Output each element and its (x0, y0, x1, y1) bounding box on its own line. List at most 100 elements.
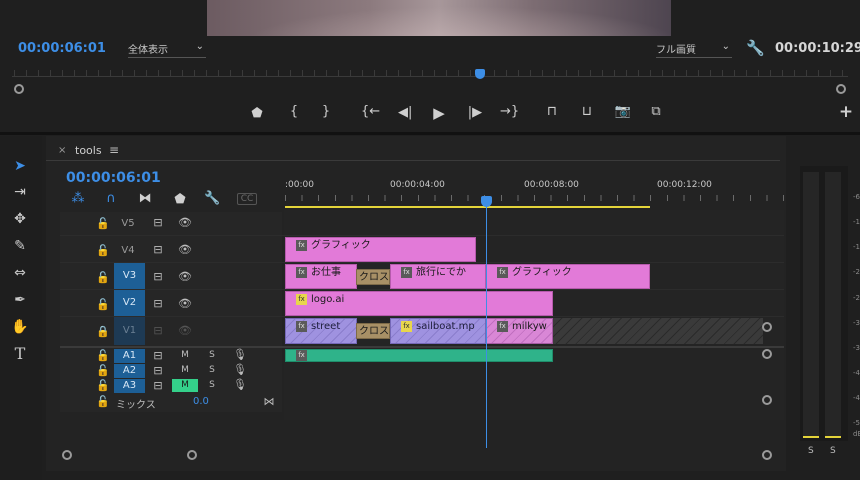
track-label-v2[interactable]: V2 (114, 290, 145, 316)
export-frame-icon[interactable]: 📷 (614, 104, 632, 119)
lock-icon[interactable]: 🔓 (96, 271, 110, 284)
type-tool-icon[interactable]: T (8, 344, 32, 364)
linked-selection-icon[interactable]: ⧓ (137, 191, 153, 206)
clip-sailboat-v1[interactable]: fx sailboat.mp (390, 318, 486, 344)
go-to-in-icon[interactable]: {← (361, 104, 380, 119)
program-current-timecode[interactable]: 00:00:06:01 (18, 41, 106, 56)
go-to-out-icon[interactable]: →} (500, 104, 519, 119)
microphone-icon[interactable]: 🎙 (233, 363, 247, 376)
lock-icon[interactable]: 🔓 (96, 349, 110, 362)
add-marker-icon[interactable]: ⬟ (172, 192, 188, 207)
extract-icon[interactable]: ⊔ (577, 104, 597, 119)
solo-button[interactable]: S (206, 380, 218, 390)
lock-icon[interactable]: 🔒 (96, 325, 110, 338)
lock-icon[interactable]: 🔓 (96, 298, 110, 311)
sync-icon[interactable]: ⊟ (151, 270, 165, 283)
track-label-a1[interactable]: A1 (114, 349, 145, 363)
sync-icon[interactable]: ⊟ (151, 297, 165, 310)
meter-solo-left[interactable]: S (808, 446, 814, 456)
timeline-playhead[interactable] (481, 196, 492, 207)
zoom-level-select[interactable]: 全体表示 ⌄ (128, 41, 206, 58)
slip-tool-icon[interactable]: ⇔ (8, 263, 32, 283)
vertical-zoom-handle[interactable] (762, 349, 772, 359)
sync-icon[interactable]: ⊟ (151, 364, 165, 377)
panel-divider[interactable] (0, 132, 860, 135)
step-forward-icon[interactable]: |▶ (467, 105, 483, 120)
horizontal-scroll-handle-right[interactable] (187, 450, 197, 460)
clip-street-v1[interactable]: fx street (285, 318, 357, 344)
clip-logo-v2[interactable]: fx logo.ai (285, 291, 553, 316)
clip-travel-v3[interactable]: fx 旅行にでか (390, 264, 486, 289)
program-scrub-bar[interactable] (12, 76, 848, 77)
timeline-tab-title[interactable]: tools (75, 144, 102, 157)
lock-icon[interactable]: 🔓 (96, 395, 110, 408)
sync-icon[interactable]: ⊟ (151, 243, 165, 256)
track-label-v1[interactable]: V1 (114, 317, 145, 345)
lock-icon[interactable]: 🔓 (96, 364, 110, 377)
button-editor-icon[interactable]: + (838, 102, 854, 122)
program-playhead[interactable] (475, 69, 485, 79)
timeline-timecode[interactable]: 00:00:06:01 (66, 170, 161, 186)
microphone-icon[interactable]: 🎙 (233, 348, 247, 361)
pen-tool-icon[interactable]: ✒ (8, 290, 32, 310)
microphone-icon[interactable]: 🎙 (233, 378, 247, 391)
meter-solo-right[interactable]: S (830, 446, 836, 456)
clip-milkyway-v1[interactable]: fx milkyw (486, 318, 553, 344)
mark-out-icon[interactable]: } (319, 104, 333, 119)
horizontal-scroll-handle-end[interactable] (762, 450, 772, 460)
lock-icon[interactable]: 🔓 (96, 217, 110, 230)
cross-dissolve-transition[interactable]: クロス (356, 323, 390, 339)
razor-tool-icon[interactable]: ✎ (8, 236, 32, 256)
playback-resolution-select[interactable]: フル画質 ⌄ (656, 41, 732, 58)
lock-icon[interactable]: 🔓 (96, 379, 110, 392)
eye-icon[interactable]: 👁 (178, 270, 192, 283)
mix-value[interactable]: 0.0 (193, 396, 209, 407)
work-area-bar[interactable] (285, 206, 650, 208)
eye-icon[interactable]: 👁 (178, 297, 192, 310)
track-label-a3[interactable]: A3 (114, 379, 145, 393)
lock-icon[interactable]: 🔓 (96, 244, 110, 257)
panel-close-icon[interactable]: × (58, 145, 66, 156)
clip-graphic-v3[interactable]: fx グラフィック (486, 264, 650, 289)
selection-tool-icon[interactable]: ➤ (8, 156, 32, 176)
step-back-icon[interactable]: ◀| (398, 105, 412, 120)
mark-in-icon[interactable]: { (287, 104, 301, 119)
sync-icon[interactable]: ⊟ (151, 216, 165, 229)
sync-icon[interactable]: ⊟ (151, 324, 165, 337)
eye-icon[interactable]: 👁 (178, 216, 192, 229)
captions-icon[interactable]: CC (237, 193, 257, 205)
snap-icon[interactable]: ∩ (103, 191, 119, 206)
sync-icon[interactable]: ⊟ (151, 349, 165, 362)
add-marker-icon[interactable]: ⬟ (250, 106, 264, 121)
mute-button-active[interactable]: M (172, 379, 198, 392)
scroll-handle-right[interactable] (836, 84, 846, 94)
track-select-tool-icon[interactable]: ⇥ (8, 182, 32, 202)
ripple-edit-tool-icon[interactable]: ✥ (8, 209, 32, 229)
track-label-a2[interactable]: A2 (114, 364, 145, 378)
panel-menu-icon[interactable]: ≡ (109, 143, 119, 157)
vertical-zoom-handle[interactable] (762, 322, 772, 332)
nest-icon[interactable]: ⁂ (70, 191, 86, 206)
horizontal-scroll-handle-left[interactable] (62, 450, 72, 460)
wrench-icon[interactable]: 🔧 (746, 39, 765, 57)
mute-button[interactable]: M (179, 350, 191, 360)
hand-tool-icon[interactable]: ✋ (8, 317, 32, 337)
wrench-icon[interactable]: 🔧 (204, 191, 220, 206)
mute-button[interactable]: M (179, 365, 191, 375)
comparison-view-icon[interactable]: ⧉ (646, 104, 666, 119)
vertical-zoom-handle[interactable] (762, 395, 772, 405)
clip-oshigoto-v3[interactable]: fx お仕事 (285, 264, 357, 289)
play-icon[interactable]: ▶ (431, 104, 447, 122)
time-ruler[interactable] (285, 195, 785, 201)
track-label-v5[interactable]: V5 (114, 216, 142, 231)
scroll-handle-left[interactable] (14, 84, 24, 94)
clip-graphic-v4[interactable]: fx グラフィック (285, 237, 476, 262)
solo-button[interactable]: S (206, 365, 218, 375)
eye-icon[interactable]: 👁 (178, 324, 192, 337)
go-to-end-icon[interactable]: ⋈ (262, 395, 276, 408)
track-label-v4[interactable]: V4 (114, 243, 142, 258)
audio-clip-a1[interactable]: fx (285, 349, 553, 362)
lift-icon[interactable]: ⊓ (542, 104, 562, 119)
cross-dissolve-transition[interactable]: クロス (356, 269, 390, 285)
solo-button[interactable]: S (206, 350, 218, 360)
